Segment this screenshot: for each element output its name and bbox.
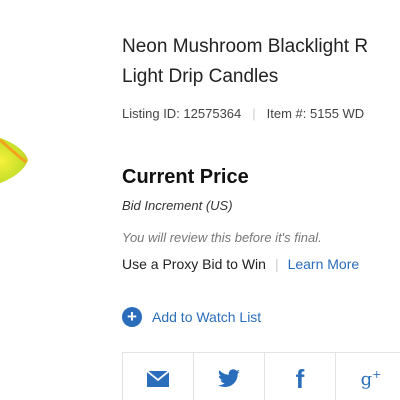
proxy-divider: | [274,256,279,272]
item-number: Item #: 5155 WD [266,106,365,121]
share-bar: f g+ [122,352,400,400]
proxy-bid-line: Use a Proxy Bid to Win | Learn More [122,256,359,272]
bid-increment-label: Bid Increment (US) [122,198,233,213]
review-note: You will review this before it's final. [122,230,322,245]
listing-title-line-2: Light Drip Candles [122,66,279,87]
listing-page: Neon Mushroom Blacklight R Light Drip Ca… [0,0,400,400]
share-google-plus-button[interactable]: g+ [336,353,400,400]
plus-circle-icon: + [122,307,142,327]
watch-list-label: Add to Watch List [152,309,262,325]
listing-title-line-1: Neon Mushroom Blacklight R [122,36,369,57]
share-email-button[interactable] [122,353,194,400]
learn-more-link[interactable]: Learn More [288,256,360,272]
facebook-icon: f [295,363,305,394]
envelope-icon [146,370,170,387]
meta-divider: | [252,106,256,121]
product-image-thumbnail[interactable] [0,120,32,200]
mushroom-image [0,137,28,184]
twitter-icon [218,369,240,387]
google-plus-icon: g+ [360,368,382,390]
listing-title: Neon Mushroom Blacklight R Light Drip Ca… [122,32,400,92]
add-to-watch-list-button[interactable]: + Add to Watch List [122,307,261,327]
current-price-heading: Current Price [122,166,249,188]
share-twitter-button[interactable] [194,353,265,400]
share-facebook-button[interactable]: f [265,353,336,400]
proxy-bid-text: Use a Proxy Bid to Win [122,256,266,272]
listing-meta: Listing ID: 12575364 | Item #: 5155 WD [122,106,364,121]
listing-id: Listing ID: 12575364 [122,106,242,121]
